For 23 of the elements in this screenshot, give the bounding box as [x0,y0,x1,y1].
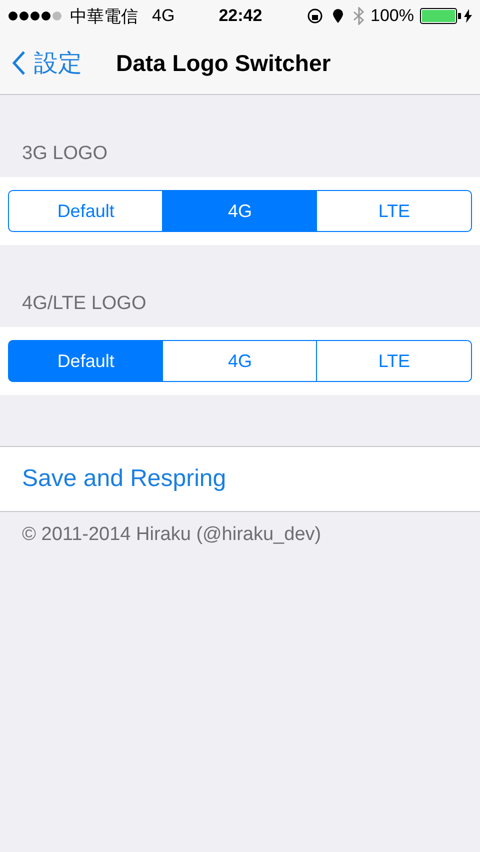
segment[interactable]: LTE [316,340,472,382]
bluetooth-icon [352,7,365,25]
copyright-note: © 2011-2014 Hiraku (@hiraku_dev) [21,523,322,547]
back-button[interactable]: 設定 [12,47,82,79]
save-and-respring-button[interactable]: Save and Respring [0,446,480,512]
battery-percent: 100% [370,6,414,26]
segment[interactable]: Default [8,190,164,232]
segment[interactable]: 4G [162,340,318,382]
segment[interactable]: 4G [162,190,318,232]
screen-title: Data Logo Switcher [116,50,331,76]
battery-icon [420,8,462,24]
section-header: 4G/LTE LOGO [21,292,148,316]
section-header: 3G LOGO [21,142,109,166]
clock: 22:42 [218,6,262,26]
location-icon [332,9,343,23]
segment[interactable]: Default [8,340,164,382]
network-type: 4G [152,6,175,26]
back-chevron-icon [12,50,26,76]
charging-icon [464,9,472,23]
signal-icon [8,11,64,21]
carrier: 中華電信 [70,6,138,28]
rotation-lock-icon [306,8,323,24]
segment[interactable]: LTE [316,190,472,232]
